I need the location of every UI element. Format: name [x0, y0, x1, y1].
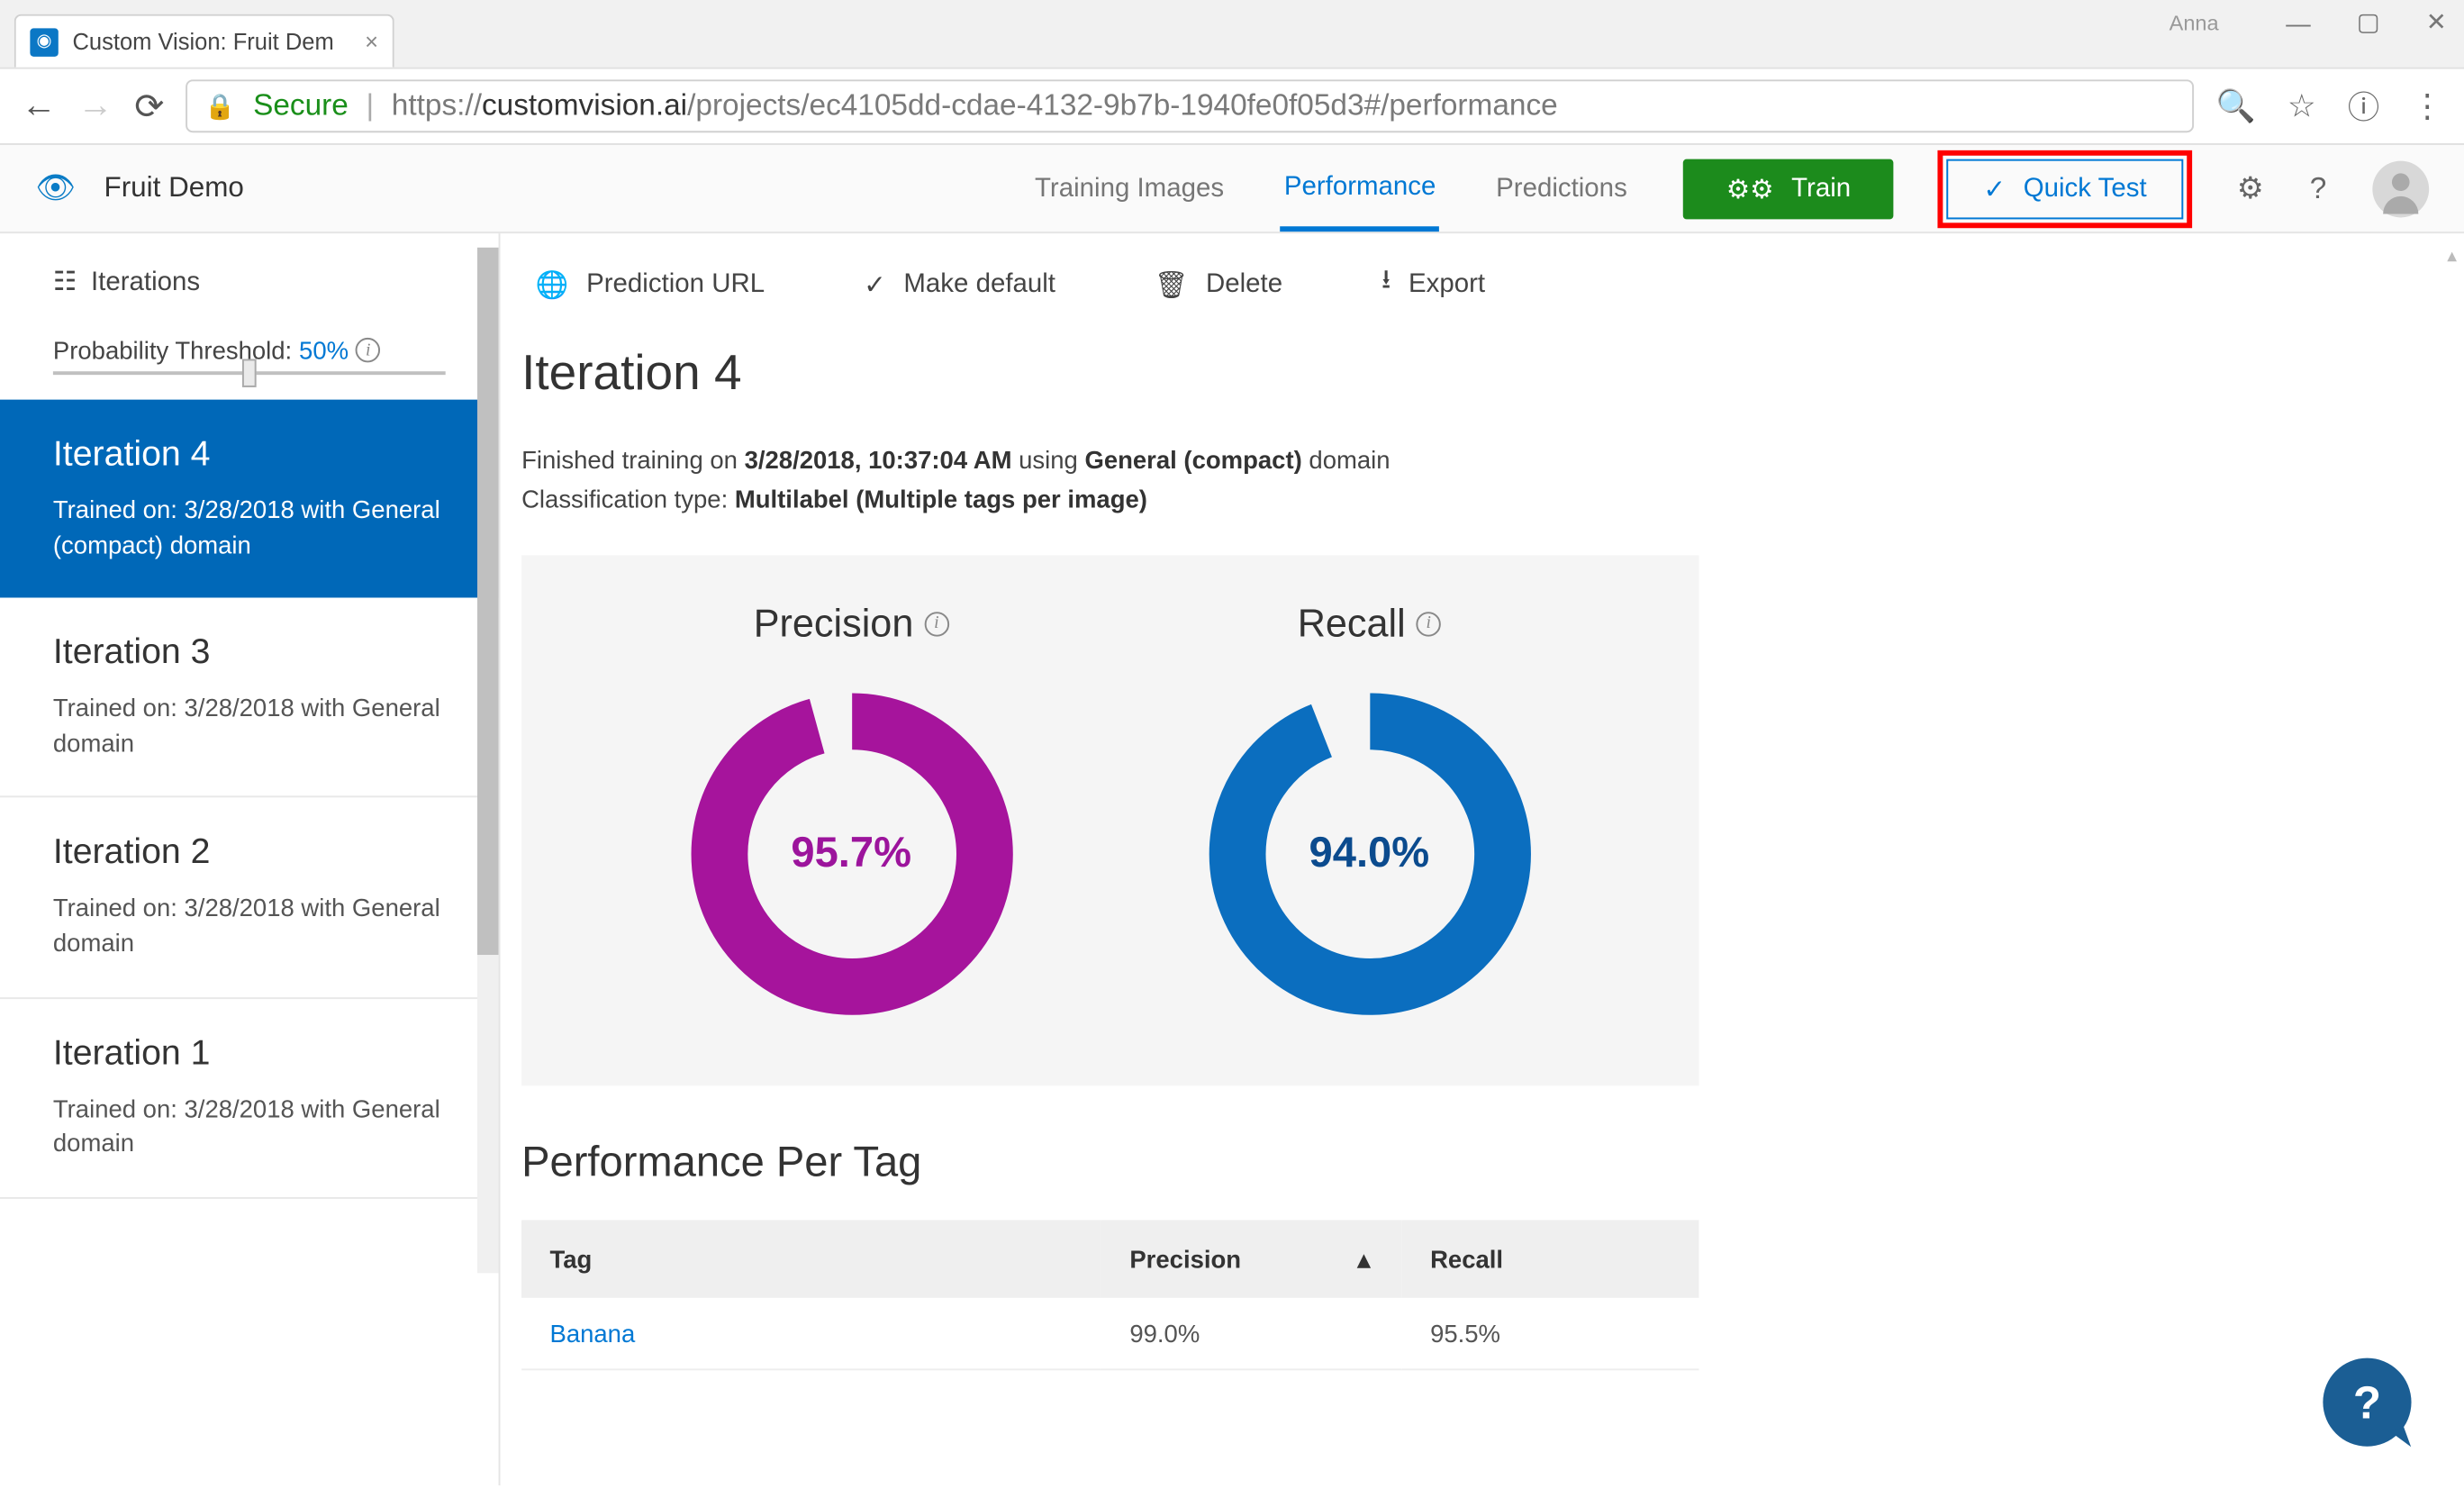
prediction-url-button[interactable]: 🌐Prediction URL — [521, 255, 779, 313]
tab-performance[interactable]: Performance — [1281, 146, 1439, 231]
training-meta-line2: Classification type: Multilabel (Multipl… — [521, 480, 2464, 520]
tag-link[interactable]: Banana — [549, 1319, 635, 1347]
iteration-title: Iteration 4 — [521, 345, 2464, 402]
iteration-title: Iteration 4 — [53, 435, 446, 476]
train-button[interactable]: ⚙⚙ Train — [1684, 159, 1894, 219]
favicon-icon: ◉ — [30, 27, 58, 55]
url-text: https://customvision.ai/projects/ec4105d… — [392, 88, 1558, 123]
app-header: 👁 Fruit Demo Training Images Performance… — [0, 145, 2464, 233]
main-panel: 🌐Prediction URL ✓Make default 🗑Delete ⭳E… — [501, 233, 2464, 1485]
address-bar[interactable]: 🔒 Secure | https://customvision.ai/proje… — [186, 79, 2195, 132]
browser-menu-icon[interactable]: ⋮ — [2412, 87, 2443, 124]
recall-donut-chart: 94.0% — [1201, 685, 1537, 1021]
col-tag-header[interactable]: Tag — [521, 1220, 1101, 1297]
tab-training-images[interactable]: Training Images — [1031, 149, 1227, 228]
export-button[interactable]: ⭳Export — [1367, 255, 1499, 313]
trash-icon: 🗑 — [1155, 268, 1188, 299]
precision-donut-chart: 95.7% — [684, 685, 1019, 1021]
make-default-button[interactable]: ✓Make default — [849, 255, 1069, 313]
main-scroll-up-icon[interactable]: ▴ — [2440, 244, 2464, 262]
main-tabs: Training Images Performance Predictions … — [1031, 146, 2184, 231]
zoom-icon[interactable]: 🔍 — [2215, 87, 2255, 124]
metrics-summary: Precisioni 95.7% Recalli 94.0% — [521, 555, 1699, 1085]
info-circle-icon[interactable]: ⓘ — [2348, 83, 2379, 129]
lock-icon: 🔒 — [204, 91, 235, 121]
iteration-title: Iteration 2 — [53, 833, 446, 874]
gears-icon: ⚙⚙ — [1726, 172, 1774, 204]
iterations-header: ☷ Iterations — [0, 265, 499, 322]
iteration-subtitle: Trained on: 3/28/2018 with General (comp… — [53, 494, 446, 563]
iteration-subtitle: Trained on: 3/28/2018 with General domai… — [53, 892, 446, 961]
help-question-icon[interactable]: ? — [2310, 170, 2327, 205]
table-row: Banana 99.0%95.5% — [521, 1297, 1699, 1369]
iteration-subtitle: Trained on: 3/28/2018 with General domai… — [53, 1092, 446, 1161]
project-name[interactable]: Fruit Demo — [104, 172, 244, 204]
bookmark-star-icon[interactable]: ☆ — [2287, 87, 2316, 124]
recall-metric: Recalli 94.0% — [1201, 601, 1537, 1021]
secure-label: Secure — [253, 88, 349, 123]
globe-icon: 🌐 — [536, 268, 569, 299]
iterations-sidebar: ☷ Iterations Probability Threshold: 50% … — [0, 233, 501, 1485]
slider-thumb[interactable] — [242, 359, 257, 386]
iteration-subtitle: Trained on: 3/28/2018 with General domai… — [53, 692, 446, 761]
col-recall-header[interactable]: Recall — [1402, 1220, 1699, 1297]
close-window-icon[interactable]: ✕ — [2426, 7, 2447, 37]
reload-icon[interactable]: ⟳ — [134, 84, 164, 128]
sort-ascending-icon: ▴ — [1358, 1245, 1371, 1275]
browser-profile-name[interactable]: Anna — [2170, 10, 2219, 34]
help-chat-button[interactable]: ? — [2323, 1358, 2411, 1447]
tab-predictions[interactable]: Predictions — [1492, 149, 1631, 228]
iteration-title: Iteration 3 — [53, 633, 446, 674]
iteration-card[interactable]: Iteration 3 Trained on: 3/28/2018 with Ge… — [0, 598, 499, 798]
layers-icon: ☷ — [53, 265, 77, 296]
customvision-logo-icon[interactable]: 👁 — [35, 169, 76, 206]
check-icon: ✓ — [1983, 172, 2006, 204]
iteration-card[interactable]: Iteration 2 Trained on: 3/28/2018 with Ge… — [0, 798, 499, 998]
performance-table: Tag Precision▴ Recall Banana 99.0%95.5% — [521, 1220, 1699, 1370]
threshold-slider[interactable] — [53, 371, 446, 375]
iteration-card[interactable]: Iteration 1 Trained on: 3/28/2018 with Ge… — [0, 998, 499, 1198]
user-avatar[interactable] — [2372, 160, 2429, 217]
performance-per-tag-title: Performance Per Tag — [521, 1139, 2443, 1188]
tab-title: Custom Vision: Fruit Dem — [72, 28, 350, 54]
iteration-title: Iteration 1 — [53, 1033, 446, 1074]
browser-tab[interactable]: ◉ Custom Vision: Fruit Dem × — [14, 14, 394, 68]
back-icon[interactable]: ← — [22, 86, 57, 126]
quick-test-button[interactable]: ✓ Quick Test — [1946, 159, 2184, 219]
info-icon[interactable]: i — [356, 338, 380, 362]
forward-icon: → — [77, 86, 113, 126]
maximize-icon[interactable]: ▢ — [2357, 7, 2380, 37]
sidebar-scrollbar[interactable] — [477, 248, 499, 1274]
recall-value: 95.5% — [1402, 1297, 1699, 1369]
browser-toolbar: ← → ⟳ 🔒 Secure | https://customvision.ai… — [0, 68, 2464, 145]
person-icon — [2376, 164, 2425, 213]
iteration-toolbar: 🌐Prediction URL ✓Make default 🗑Delete ⭳E… — [501, 233, 2464, 345]
settings-gear-icon[interactable]: ⚙ — [2237, 170, 2264, 205]
download-icon: ⭳ — [1381, 262, 1391, 306]
close-tab-icon[interactable]: × — [365, 28, 378, 54]
check-icon: ✓ — [864, 268, 886, 299]
info-icon[interactable]: i — [1416, 612, 1440, 636]
precision-metric: Precisioni 95.7% — [684, 601, 1019, 1021]
minimize-icon[interactable]: — — [2286, 8, 2310, 36]
delete-button[interactable]: 🗑Delete — [1140, 255, 1297, 313]
browser-tabstrip: ◉ Custom Vision: Fruit Dem × Anna — ▢ ✕ — [0, 0, 2464, 68]
precision-value: 99.0% — [1101, 1297, 1402, 1369]
iteration-card[interactable]: Iteration 4 Trained on: 3/28/2018 with Ge… — [0, 400, 499, 598]
training-meta-line1: Finished training on 3/28/2018, 10:37:04… — [521, 440, 2464, 480]
info-icon[interactable]: i — [924, 612, 948, 636]
col-precision-header[interactable]: Precision▴ — [1101, 1220, 1402, 1297]
